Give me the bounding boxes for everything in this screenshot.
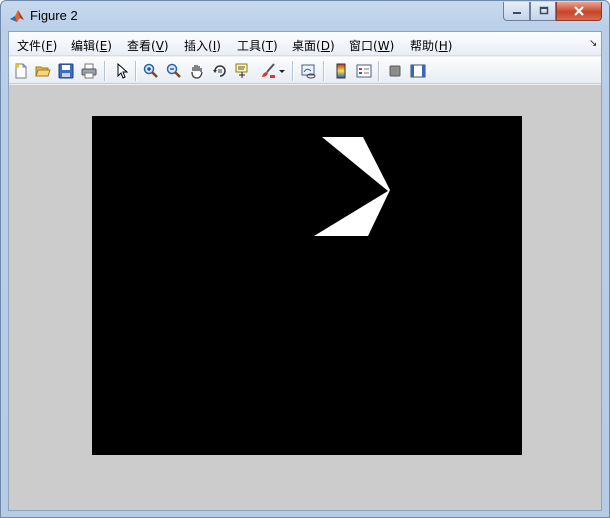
menu-file[interactable]: 文件(F): [17, 37, 57, 54]
figure-toolbar: [9, 57, 601, 84]
zoom-in-icon: [143, 63, 158, 78]
rotate-3d-button[interactable]: [210, 61, 230, 81]
brush-dropdown-icon: [279, 70, 285, 73]
menu-window-label: 窗口(: [349, 39, 378, 53]
menu-help[interactable]: 帮助(H): [410, 37, 452, 54]
colorbar-button[interactable]: [331, 61, 351, 81]
brush-dropdown-button[interactable]: [277, 61, 287, 81]
toolbar-separator: [135, 61, 136, 81]
pointer-icon: [117, 63, 129, 79]
menu-file-accelerator: F: [45, 39, 53, 53]
figure-canvas[interactable]: [9, 85, 601, 510]
toolbar-separator: [323, 61, 324, 81]
menu-edit[interactable]: 编辑(E): [71, 37, 112, 54]
menu-tools-accelerator: T: [265, 39, 274, 53]
pointer-button[interactable]: [112, 61, 132, 81]
menu-tools-label: 工具(: [237, 39, 266, 53]
print-button[interactable]: [79, 61, 99, 81]
new-figure-button[interactable]: [11, 61, 31, 81]
menu-tools-end: ): [273, 39, 278, 53]
minimize-icon: [512, 12, 521, 14]
close-icon: [574, 6, 584, 16]
menu-desktop[interactable]: 桌面(D): [292, 37, 335, 54]
white-chevron-shape: [314, 137, 390, 236]
rotate-3d-icon: [213, 65, 226, 77]
restore-icon: [539, 6, 548, 15]
matlab-logo-icon: [10, 10, 24, 22]
toolbar-separator: [104, 61, 105, 81]
minimize-button[interactable]: [503, 2, 530, 21]
dock-arrow-icon[interactable]: ↘: [589, 38, 597, 49]
menu-insert-label: 插入(: [184, 39, 213, 53]
link-plot-button[interactable]: [299, 61, 319, 81]
zoom-out-icon: [166, 63, 181, 78]
link-plot-icon: [301, 64, 316, 79]
menu-help-label: 帮助(: [410, 39, 439, 53]
hide-plot-tools-button[interactable]: [385, 61, 405, 81]
menu-edit-label: 编辑(: [71, 39, 100, 53]
brush-icon: [262, 63, 275, 78]
title-bar[interactable]: Figure 2: [1, 1, 609, 31]
save-button[interactable]: [56, 61, 76, 81]
menu-view-label: 查看(: [127, 39, 156, 53]
data-cursor-icon: [235, 63, 248, 78]
print-icon: [81, 63, 97, 79]
window-title: Figure 2: [30, 8, 78, 23]
close-button[interactable]: [556, 2, 602, 21]
toolbar-separator: [378, 61, 379, 81]
hide-plot-tools-icon: [389, 65, 401, 77]
menu-view-end: ): [163, 39, 169, 53]
open-file-icon: [35, 66, 51, 77]
menu-view[interactable]: 查看(V): [127, 37, 169, 54]
brush-button[interactable]: [258, 61, 278, 81]
client-area: 文件(F) 编辑(E) 查看(V) 插入(I) 工具(T) 桌面(D) 窗口(W…: [8, 31, 602, 511]
menu-edit-end: ): [107, 39, 112, 53]
toolbar-separator: [292, 61, 293, 81]
menu-help-accelerator: H: [438, 39, 448, 53]
pan-button[interactable]: [187, 61, 207, 81]
save-icon: [58, 63, 74, 79]
zoom-out-button[interactable]: [164, 61, 184, 81]
menu-insert[interactable]: 插入(I): [184, 37, 221, 54]
open-file-button[interactable]: [33, 61, 53, 81]
new-figure-icon: [15, 63, 27, 79]
menu-view-accelerator: V: [155, 39, 164, 53]
restore-button[interactable]: [530, 2, 556, 21]
menu-file-end: ): [52, 39, 58, 53]
zoom-in-button[interactable]: [141, 61, 161, 81]
menu-desktop-end: ): [329, 39, 335, 53]
menu-window-end: ): [389, 39, 395, 53]
menu-file-label: 文件(: [17, 39, 46, 53]
show-plot-tools-icon: [410, 64, 426, 78]
plot-graphic: [314, 137, 390, 236]
menu-bar: 文件(F) 编辑(E) 查看(V) 插入(I) 工具(T) 桌面(D) 窗口(W…: [9, 32, 601, 56]
legend-button[interactable]: [354, 61, 374, 81]
plot-axes[interactable]: [92, 116, 522, 455]
menu-tools[interactable]: 工具(T): [237, 37, 278, 54]
menu-window-accelerator: W: [377, 39, 390, 53]
colorbar-icon: [336, 63, 346, 79]
data-cursor-button[interactable]: [233, 61, 253, 81]
pan-icon: [191, 65, 203, 79]
menu-help-end: ): [447, 39, 453, 53]
menu-desktop-label: 桌面(: [292, 39, 321, 53]
menu-desktop-accelerator: D: [320, 39, 330, 53]
show-plot-tools-button[interactable]: [408, 61, 428, 81]
menu-insert-end: ): [216, 39, 221, 53]
legend-icon: [356, 64, 372, 78]
menu-window[interactable]: 窗口(W): [349, 37, 394, 54]
matlab-figure-window: Figure 2 文件(F) 编辑(E) 查看(V) 插入(I) 工具(T) 桌…: [0, 0, 610, 518]
